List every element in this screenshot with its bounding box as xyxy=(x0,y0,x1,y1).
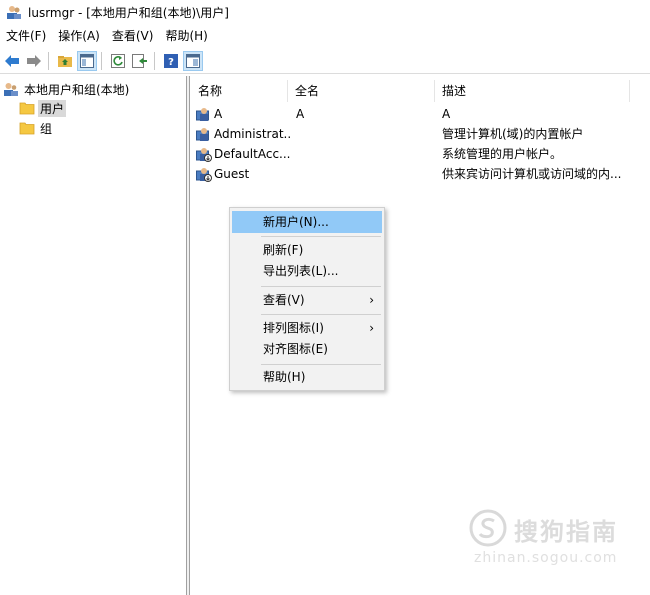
user-name: Guest xyxy=(214,167,250,181)
folder-icon xyxy=(19,122,35,135)
menu-separator xyxy=(261,236,381,237)
context-menu: 新用户(N)... 刷新(F) 导出列表(L)... 查看(V) › 排列图标(… xyxy=(229,207,385,391)
menu-item-label: 导出列表(L)... xyxy=(263,264,339,278)
show-hide-tree-button[interactable] xyxy=(77,51,97,71)
tree-root[interactable]: 本地用户和组(本地) xyxy=(3,80,131,98)
user-icon xyxy=(196,108,209,121)
window-title: lusrmgr - [本地用户和组(本地)\用户] xyxy=(28,5,229,20)
watermark-text: 搜狗指南 xyxy=(514,518,618,546)
back-icon xyxy=(5,55,19,67)
submenu-arrow-icon: › xyxy=(369,293,374,307)
up-folder-icon xyxy=(58,56,72,67)
submenu-arrow-icon: › xyxy=(369,321,374,335)
user-icon xyxy=(196,128,209,141)
column-header-fullname[interactable]: 全名 xyxy=(289,80,435,102)
refresh-button[interactable] xyxy=(108,51,128,71)
console-icon xyxy=(186,54,200,68)
menu-item-label: 查看(V) xyxy=(263,293,305,307)
menu-item-label: 对齐图标(E) xyxy=(263,342,328,356)
user-name: A xyxy=(214,107,223,121)
menu-item-export-list[interactable]: 导出列表(L)... xyxy=(232,260,382,282)
menu-item-label: 排列图标(I) xyxy=(263,321,324,335)
user-description: 供来宾访问计算机或访问域的内... xyxy=(442,167,622,181)
forward-button[interactable] xyxy=(24,51,44,71)
tree-item-label: 组 xyxy=(40,121,53,136)
table-row[interactable]: DefaultAcc... 系统管理的用户帐户。 xyxy=(192,144,650,164)
help-icon: ? xyxy=(164,54,178,68)
sogou-logo-icon xyxy=(469,509,507,547)
user-description: 系统管理的用户帐户。 xyxy=(442,147,563,161)
user-name: Administrat... xyxy=(214,127,292,141)
console-view-button[interactable] xyxy=(183,51,203,71)
table-row[interactable]: Guest 供来宾访问计算机或访问域的内... xyxy=(192,164,650,184)
menu-item-help[interactable]: 帮助(H) xyxy=(232,366,382,388)
tree-item-label: 用户 xyxy=(38,99,67,117)
menu-file[interactable]: 文件(F) xyxy=(0,26,52,46)
up-one-level-button[interactable] xyxy=(55,51,75,71)
tree-item-users[interactable]: 用户 xyxy=(19,99,67,117)
menu-item-label: 新用户(N)... xyxy=(263,215,329,229)
menu-item-label: 帮助(H) xyxy=(263,370,306,384)
disabled-user-icon xyxy=(196,148,212,162)
column-header-name[interactable]: 名称 xyxy=(192,80,288,102)
toolbar-separator xyxy=(48,52,49,70)
back-button[interactable] xyxy=(2,51,22,71)
menu-view[interactable]: 查看(V) xyxy=(106,26,160,46)
forward-icon xyxy=(27,55,41,67)
user-description: 管理计算机(域)的内置帐户 xyxy=(442,127,584,141)
watermark-url: zhinan.sogou.com xyxy=(474,550,618,566)
watermark: 搜狗指南 zhinan.sogou.com xyxy=(468,508,638,568)
toolbar: ? xyxy=(0,49,650,74)
export-icon xyxy=(132,54,147,68)
user-fullname xyxy=(296,164,436,184)
menu-item-arrange-icons[interactable]: 排列图标(I) › xyxy=(232,317,382,339)
tree-pane: 本地用户和组(本地) 用户 组 xyxy=(0,76,186,595)
user-description: A xyxy=(442,107,451,121)
export-list-button[interactable] xyxy=(130,51,150,71)
menu-action[interactable]: 操作(A) xyxy=(52,26,106,46)
title-bar: lusrmgr - [本地用户和组(本地)\用户] xyxy=(0,0,650,24)
users-groups-icon xyxy=(4,83,18,96)
user-fullname xyxy=(296,124,436,144)
tree-root-label: 本地用户和组(本地) xyxy=(24,82,130,97)
user-fullname: A xyxy=(296,107,305,121)
table-row[interactable]: A A A xyxy=(192,104,650,124)
folder-icon xyxy=(19,102,35,115)
menu-help[interactable]: 帮助(H) xyxy=(159,26,213,46)
help-button[interactable]: ? xyxy=(161,51,181,71)
users-app-icon xyxy=(7,6,21,19)
disabled-user-icon xyxy=(196,168,212,182)
toolbar-separator xyxy=(154,52,155,70)
pane-splitter[interactable] xyxy=(186,76,190,595)
user-fullname xyxy=(296,144,436,164)
menu-item-view[interactable]: 查看(V) › xyxy=(232,289,382,311)
menu-item-line-up-icons[interactable]: 对齐图标(E) xyxy=(232,338,382,360)
menu-separator xyxy=(261,314,381,315)
menu-separator xyxy=(261,286,381,287)
svg-text:?: ? xyxy=(168,57,174,68)
tree-item-groups[interactable]: 组 xyxy=(19,119,54,137)
table-row[interactable]: Administrat... 管理计算机(域)的内置帐户 xyxy=(192,124,650,144)
column-header-description[interactable]: 描述 xyxy=(436,80,630,102)
user-name: DefaultAcc... xyxy=(214,147,291,161)
menu-bar: 文件(F) 操作(A) 查看(V) 帮助(H) xyxy=(0,26,650,46)
show-tree-icon xyxy=(80,54,94,68)
menu-item-label: 刷新(F) xyxy=(263,243,304,257)
menu-separator xyxy=(261,364,381,365)
refresh-icon xyxy=(111,54,125,68)
toolbar-separator xyxy=(101,52,102,70)
menu-item-refresh[interactable]: 刷新(F) xyxy=(232,239,382,261)
menu-item-new-user[interactable]: 新用户(N)... xyxy=(232,211,382,233)
